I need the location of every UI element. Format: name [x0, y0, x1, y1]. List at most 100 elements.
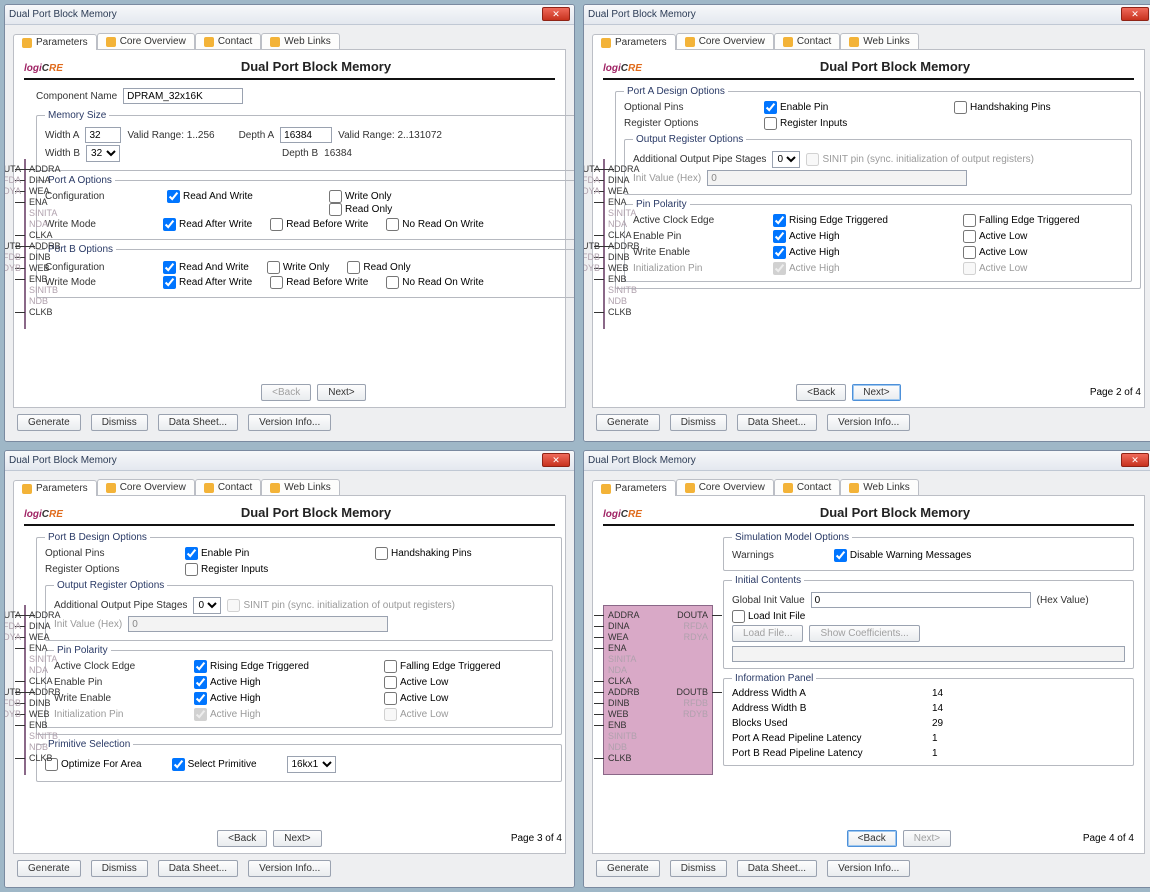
tab-web-links[interactable]: Web Links [840, 33, 919, 49]
version-button[interactable]: Version Info... [827, 860, 910, 877]
tab-parameters[interactable]: Parameters [13, 480, 97, 496]
load-init-check[interactable]: Load Init File [732, 610, 805, 623]
generate-button[interactable]: Generate [17, 860, 81, 877]
dismiss-button[interactable]: Dismiss [670, 860, 727, 877]
version-button[interactable]: Version Info... [248, 860, 331, 877]
window-title: Dual Port Block Memory [9, 9, 117, 20]
close-icon[interactable]: ✕ [542, 453, 570, 467]
wm-b-nrow[interactable]: No Read On Write [386, 276, 484, 289]
tab-parameters[interactable]: Parameters [592, 480, 676, 496]
next-button[interactable]: Next> [852, 384, 900, 401]
back-button[interactable]: <Back [796, 384, 846, 401]
disable-warnings-check[interactable]: Disable Warning Messages [834, 549, 971, 562]
titlebar[interactable]: Dual Port Block Memory ✕ [5, 5, 574, 25]
titlebar[interactable]: Dual Port Block Memory ✕ [584, 451, 1150, 471]
falling-edge-check[interactable]: Falling Edge Triggered [963, 214, 1123, 227]
width-b-select[interactable]: 32 [86, 145, 120, 162]
version-button[interactable]: Version Info... [827, 414, 910, 431]
wm-a-nrow[interactable]: No Read On Write [386, 218, 484, 231]
generate-button[interactable]: Generate [596, 414, 660, 431]
pipe-stages-select[interactable]: 0 [772, 151, 800, 168]
tab-web-links[interactable]: Web Links [261, 479, 340, 495]
tab-contact[interactable]: Contact [774, 479, 840, 495]
register-inputs-check[interactable]: Register Inputs [185, 563, 365, 576]
ep-ah-check[interactable]: Active High [773, 230, 953, 243]
logo: logiCRE [603, 58, 642, 74]
wm-a-rbw[interactable]: Read Before Write [270, 218, 368, 231]
cfg-a-wo[interactable]: Write Only [329, 190, 479, 203]
logo: logiCRE [24, 58, 63, 74]
port-a-design-options: Port A Design Options Optional Pins Enab… [615, 86, 1141, 289]
component-name-label: Component Name [36, 91, 117, 102]
show-coef-button[interactable]: Show Coefficients... [809, 625, 919, 642]
datasheet-button[interactable]: Data Sheet... [158, 414, 238, 431]
optimize-area-check[interactable]: Optimize For Area [45, 758, 142, 771]
back-button[interactable]: <Back [261, 384, 311, 401]
tab-contact[interactable]: Contact [774, 33, 840, 49]
tab-parameters[interactable]: Parameters [13, 34, 97, 50]
tab-core-overview[interactable]: Core Overview [97, 33, 195, 49]
datasheet-button[interactable]: Data Sheet... [737, 414, 817, 431]
back-button[interactable]: <Back [847, 830, 897, 847]
tab-contact[interactable]: Contact [195, 479, 261, 495]
dismiss-button[interactable]: Dismiss [91, 414, 148, 431]
tab-core-overview[interactable]: Core Overview [97, 479, 195, 495]
cfg-a-ro[interactable]: Read Only [329, 203, 479, 216]
chip-diagram: ADDRADINAWEAENASINITANDACLKAADDRBDINBWEB… [24, 86, 26, 401]
close-icon[interactable]: ✕ [542, 7, 570, 21]
select-primitive-check[interactable]: Select Primitive [172, 758, 257, 771]
cfg-b-rw[interactable]: Read And Write [163, 261, 249, 274]
next-button[interactable]: Next> [903, 830, 951, 847]
ep-al-check[interactable]: Active Low [963, 230, 1123, 243]
dismiss-button[interactable]: Dismiss [91, 860, 148, 877]
we-al-check[interactable]: Active Low [963, 246, 1123, 259]
global-init-input[interactable] [811, 592, 1031, 608]
tab-icon [22, 38, 32, 48]
close-icon[interactable]: ✕ [1121, 453, 1149, 467]
we-ah-check[interactable]: Active High [773, 246, 953, 259]
wm-a-raw[interactable]: Read After Write [163, 218, 252, 231]
width-a-input[interactable] [85, 127, 121, 143]
tab-web-links[interactable]: Web Links [261, 33, 340, 49]
cfg-a-rw[interactable]: Read And Write [167, 190, 317, 203]
datasheet-button[interactable]: Data Sheet... [737, 860, 817, 877]
back-button[interactable]: <Back [217, 830, 267, 847]
enable-pin-check[interactable]: Enable Pin [764, 101, 944, 114]
primitive-select[interactable]: 16kx1 [287, 756, 336, 773]
sinit-check[interactable]: SINIT pin (sync. initialization of outpu… [806, 153, 1034, 166]
output-register-options: Output Register Options Additional Outpu… [624, 134, 1132, 195]
info-value: 14 [932, 688, 992, 699]
titlebar[interactable]: Dual Port Block Memory ✕ [5, 451, 574, 471]
generate-button[interactable]: Generate [596, 860, 660, 877]
init-value-input [707, 170, 967, 186]
tab-contact[interactable]: Contact [195, 33, 261, 49]
handshaking-check[interactable]: Handshaking Pins [954, 101, 1114, 114]
depth-a-input[interactable] [280, 127, 332, 143]
pipe-stages-select[interactable]: 0 [193, 597, 221, 614]
close-icon[interactable]: ✕ [1121, 7, 1149, 21]
wm-b-raw[interactable]: Read After Write [163, 276, 252, 289]
enable-pin-check[interactable]: Enable Pin [185, 547, 365, 560]
tab-core-overview[interactable]: Core Overview [676, 33, 774, 49]
info-value: 14 [932, 703, 992, 714]
component-name-input[interactable] [123, 88, 243, 104]
generate-button[interactable]: Generate [17, 414, 81, 431]
load-file-button[interactable]: Load File... [732, 625, 803, 642]
datasheet-button[interactable]: Data Sheet... [158, 860, 238, 877]
register-inputs-check[interactable]: Register Inputs [764, 117, 944, 130]
sinit-check[interactable]: SINIT pin (sync. initialization of outpu… [227, 599, 455, 612]
version-button[interactable]: Version Info... [248, 414, 331, 431]
rising-edge-check[interactable]: Rising Edge Triggered [773, 214, 953, 227]
wm-b-rbw[interactable]: Read Before Write [270, 276, 368, 289]
page-indicator: Page 2 of 4 [1090, 387, 1141, 398]
tab-core-overview[interactable]: Core Overview [676, 479, 774, 495]
handshaking-check[interactable]: Handshaking Pins [375, 547, 535, 560]
tab-web-links[interactable]: Web Links [840, 479, 919, 495]
dismiss-button[interactable]: Dismiss [670, 414, 727, 431]
cfg-b-ro[interactable]: Read Only [347, 261, 410, 274]
cfg-b-wo[interactable]: Write Only [267, 261, 330, 274]
tab-parameters[interactable]: Parameters [592, 34, 676, 50]
titlebar[interactable]: Dual Port Block Memory ✕ [584, 5, 1150, 25]
next-button[interactable]: Next> [317, 384, 365, 401]
next-button[interactable]: Next> [273, 830, 321, 847]
